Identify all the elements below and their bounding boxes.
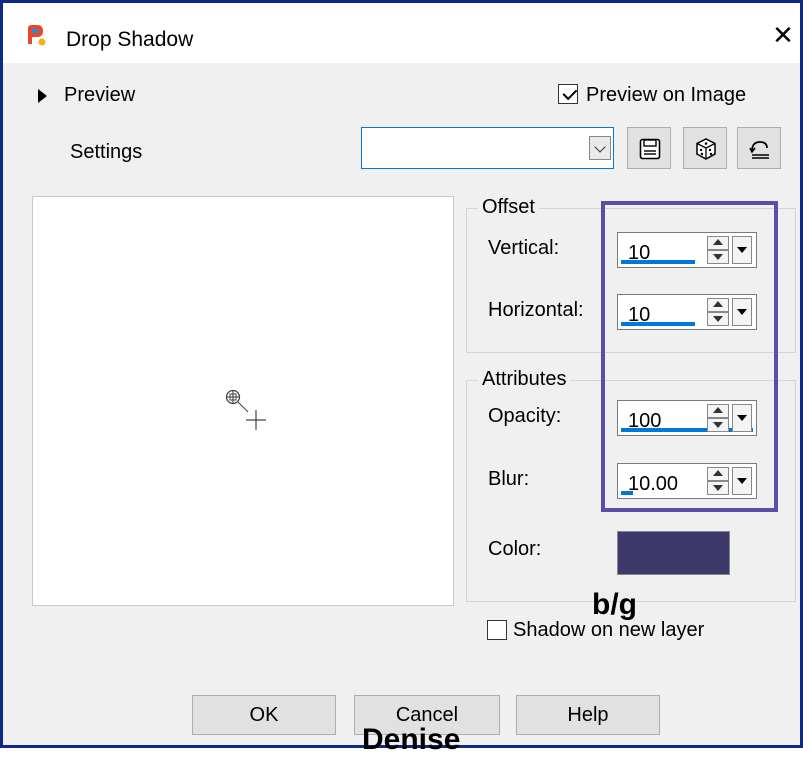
opacity-label: Opacity: [488,405,562,427]
save-preset-button[interactable] [627,127,671,169]
reset-icon [749,141,769,159]
shadow-on-new-layer-checkbox[interactable] [487,620,507,640]
chevron-down-icon[interactable] [589,136,611,160]
shadow-color-swatch[interactable] [617,531,730,575]
ok-button[interactable]: OK [192,695,336,735]
dice-icon [696,138,716,160]
dialog-title: Drop Shadow [66,28,194,51]
shadow-on-new-layer-label[interactable]: Shadow on new layer [513,619,704,642]
paintshop-pro-icon [22,22,48,48]
preview-on-image-label[interactable]: Preview on Image [586,84,746,107]
settings-dropdown[interactable] [361,127,614,169]
annotation-highlight-box [601,201,778,512]
expand-triangle-icon[interactable] [38,89,47,103]
checkmark-icon [562,85,578,101]
bg-annotation: b/g [592,588,637,621]
settings-label: Settings [70,141,143,163]
preview-on-image-checkbox[interactable] [558,84,578,104]
close-icon[interactable]: ✕ [768,22,798,48]
signature-annotation: Denise [362,723,461,756]
crosshair-cursor-icon [224,388,272,441]
preview-toggle-label[interactable]: Preview [64,84,135,107]
attributes-group-title: Attributes [478,368,571,391]
horizontal-label: Horizontal: [488,299,584,321]
color-label: Color: [488,538,542,560]
randomize-button[interactable] [683,127,727,169]
save-preset-icon [639,138,661,160]
help-button[interactable]: Help [516,695,660,735]
blur-label: Blur: [488,468,530,490]
reset-button[interactable] [737,127,781,169]
vertical-label: Vertical: [488,237,560,259]
offset-group-title: Offset [478,196,539,219]
